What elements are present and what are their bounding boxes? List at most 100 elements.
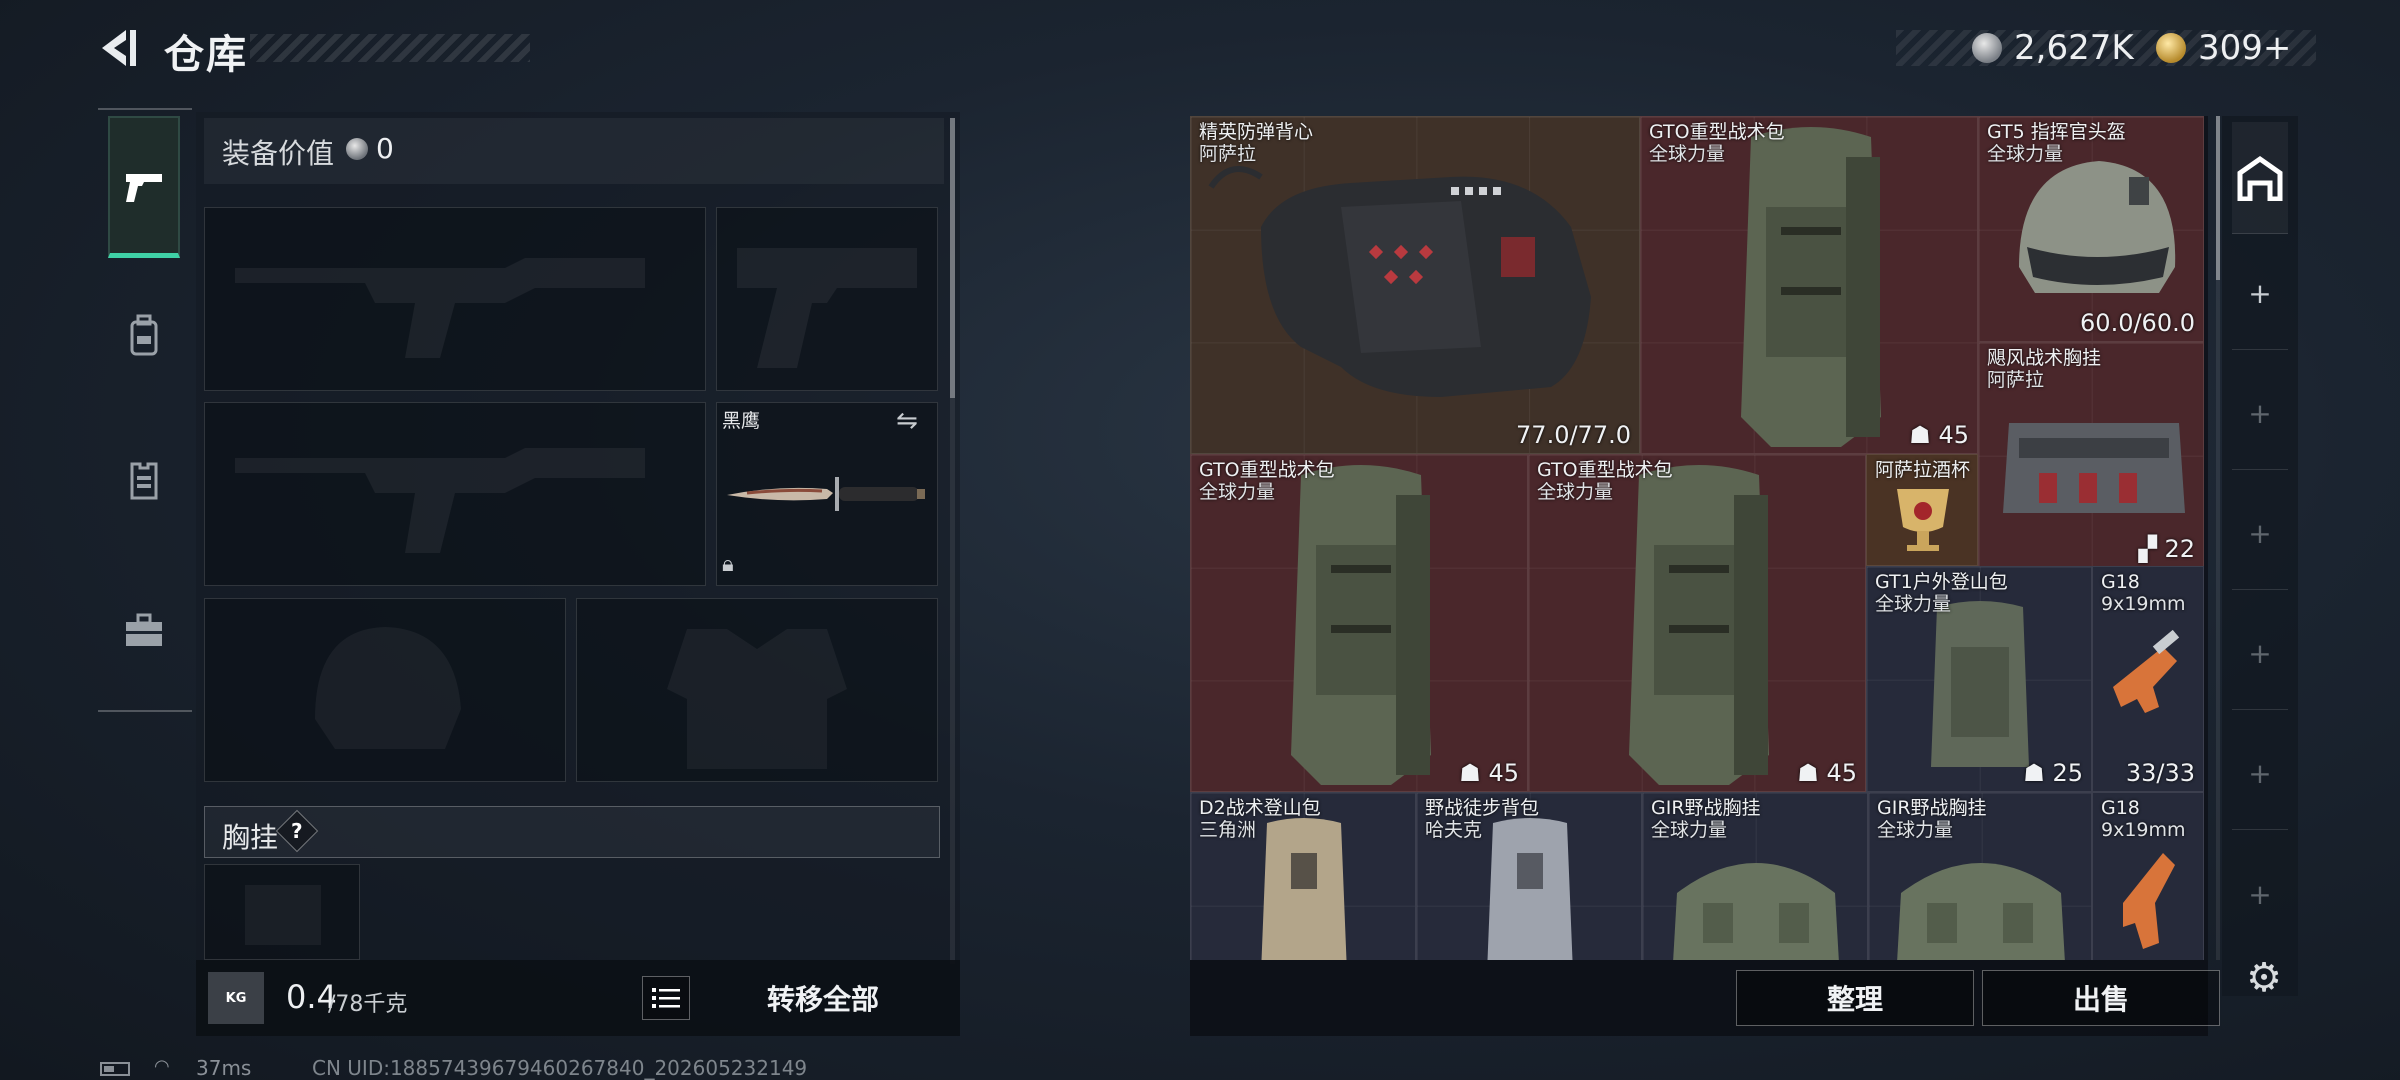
stash-item[interactable]: GT1户外登山包 全球力量 ☗ 25 (1866, 566, 2092, 792)
chest-rig-slot[interactable] (204, 864, 360, 960)
stash-item[interactable]: 野战徒步背包 哈夫克 (1416, 792, 1642, 960)
pistol-slot[interactable] (716, 207, 938, 391)
item-sub: 全球力量 (1537, 481, 1614, 503)
item-capacity: ▞ 22 (2138, 535, 2195, 563)
secondary-weapon-slot[interactable] (204, 402, 706, 586)
backpack-icon (1629, 465, 1769, 785)
gold-coin-icon[interactable] (2156, 33, 2186, 63)
item-capacity-value: 45 (1488, 759, 1519, 787)
item-name: G18 (2101, 797, 2140, 819)
primary-weapon-slot[interactable] (204, 207, 706, 391)
silver-coin-icon (346, 138, 368, 160)
stash-tab-main[interactable] (2232, 122, 2288, 234)
item-ammo: 33/33 (2125, 759, 2195, 787)
item-name: D2战术登山包 (1199, 797, 1321, 819)
user-uid: CN UID:18857439679460267840_202605232149 (312, 1056, 808, 1080)
transfer-all-button[interactable]: 转移全部 (696, 964, 950, 1032)
back-arrow-icon (102, 30, 136, 66)
item-durability: 77.0/77.0 (1516, 421, 1631, 449)
chest-rig-placeholder-icon (245, 885, 321, 945)
back-button[interactable] (96, 26, 140, 70)
plus-icon: + (2248, 877, 2272, 911)
item-name: GIR野战胸挂 (1651, 797, 1761, 819)
stash-item[interactable]: GIR野战胸挂 全球力量 (1868, 792, 2092, 960)
item-sub: 全球力量 (1649, 143, 1726, 165)
plus-icon: + (2248, 517, 2272, 550)
ping-value: 37ms (196, 1056, 252, 1080)
add-stash-tab-button[interactable]: + (2232, 838, 2288, 950)
stash-item[interactable]: 飓风战术胸挂 阿萨拉 ▞ 22 (1978, 342, 2204, 568)
nav-tab-case[interactable] (108, 594, 180, 666)
settings-button[interactable]: ⚙ (2236, 950, 2292, 1006)
stash-item[interactable]: 阿萨拉酒杯 (1866, 454, 1978, 566)
stash-item[interactable]: GTO重型战术包 全球力量 ☗ 45 (1528, 454, 1866, 792)
item-name: 野战徒步背包 (1425, 797, 1540, 819)
plus-icon: + (2248, 757, 2272, 790)
stash-item[interactable]: G18 9x19mm 33/33 (2092, 566, 2204, 792)
weight-max: /78千克 (328, 992, 408, 1017)
item-name: GT1户外登山包 (1875, 571, 2008, 593)
backpack-icon (130, 314, 158, 356)
equipment-value-label: 装备价值 (222, 137, 335, 170)
add-stash-tab-button[interactable]: + (2232, 598, 2288, 710)
warehouse-icon (2237, 155, 2283, 201)
stash-item[interactable]: GTO重型战术包 全球力量 ☗ 45 (1640, 116, 1978, 454)
stash-item[interactable]: GT5 指挥官头盔 全球力量 60.0/60.0 (1978, 116, 2204, 342)
stash-item[interactable]: GTO重型战术包 全球力量 ☗ 45 (1190, 454, 1528, 792)
rifle-placeholder-icon (235, 258, 645, 358)
armor-slot[interactable] (576, 598, 938, 782)
item-capacity-value: 25 (2052, 759, 2083, 787)
gold-currency-value[interactable]: 309+ (2198, 28, 2291, 68)
capacity-icon: ☗ (1797, 759, 1827, 787)
item-sub: 全球力量 (1875, 593, 1952, 615)
briefcase-icon (126, 613, 162, 646)
equipment-value: 0 (376, 132, 394, 165)
item-sub: 阿萨拉 (1199, 143, 1257, 165)
stash-grid: 精英防弹背心 阿萨拉 77.0/77.0 GTO重型战术包 全球力量 ☗ 45 … (1190, 116, 2208, 960)
helmet-slot[interactable] (204, 598, 566, 782)
add-stash-tab-button[interactable]: + (2232, 718, 2288, 830)
plus-icon: + (2248, 397, 2272, 430)
silver-coin-icon (1972, 33, 2002, 63)
item-capacity: ☗ 45 (1909, 421, 1969, 449)
item-capacity: ☗ 25 (2023, 759, 2083, 787)
item-name: GTO重型战术包 (1649, 121, 1785, 143)
item-name: 阿萨拉酒杯 (1875, 459, 1971, 481)
item-name: GTO重型战术包 (1199, 459, 1335, 481)
sell-button[interactable]: 出售 (1982, 970, 2220, 1026)
backpack-icon (1741, 127, 1881, 447)
item-sub: 全球力量 (1651, 819, 1728, 841)
pistol-placeholder-icon (737, 248, 917, 368)
stash-item[interactable]: D2战术登山包 三角洲 (1190, 792, 1416, 960)
swap-icon[interactable]: ⇋ (896, 406, 918, 436)
add-stash-tab-button[interactable]: + (2232, 358, 2288, 470)
stash-item[interactable]: 精英防弹背心 阿萨拉 77.0/77.0 (1190, 116, 1640, 454)
item-sub: 9x19mm (2101, 593, 2186, 615)
help-icon-glyph: ? (291, 818, 303, 843)
stash-scrollbar-thumb[interactable] (2216, 116, 2220, 280)
item-capacity: ☗ 45 (1797, 759, 1857, 787)
capacity-icon: ☗ (1459, 759, 1489, 787)
item-capacity-value: 45 (1938, 421, 1969, 449)
item-sub: 9x19mm (2101, 819, 2186, 841)
item-name: GTO重型战术包 (1537, 459, 1673, 481)
lock-icon: 🔒︎ (722, 552, 734, 577)
nav-tab-weapons[interactable] (108, 116, 180, 258)
equipment-scrollbar-thumb[interactable] (950, 118, 955, 398)
list-view-button[interactable] (642, 976, 690, 1020)
item-sub: 全球力量 (1199, 481, 1276, 503)
item-name: 精英防弹背心 (1199, 121, 1314, 143)
stash-item[interactable]: G18 9x19mm (2092, 792, 2204, 960)
add-stash-tab-button[interactable]: + (2232, 238, 2288, 350)
item-capacity-value: 45 (1826, 759, 1857, 787)
add-stash-tab-button[interactable]: + (2232, 478, 2288, 590)
chest-rig-label: 胸挂 (222, 821, 279, 854)
nav-tab-vest[interactable] (108, 444, 180, 516)
nav-tab-gear[interactable] (108, 300, 180, 372)
sort-button[interactable]: 整理 (1736, 970, 1974, 1026)
stash-item[interactable]: GIR野战胸挂 全球力量 (1642, 792, 1868, 960)
item-durability: 60.0/60.0 (2080, 309, 2195, 337)
armor-vest-icon (1208, 166, 1591, 397)
item-name: G18 (2101, 571, 2140, 593)
item-name: GIR野战胸挂 (1877, 797, 1987, 819)
